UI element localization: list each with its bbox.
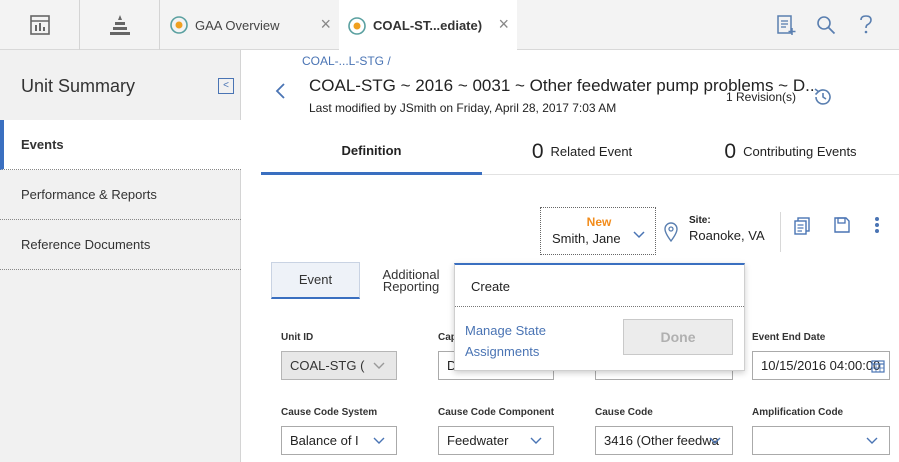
amplification-code-label: Amplification Code	[752, 407, 844, 418]
unit-id-value: COAL-STG (	[290, 358, 365, 373]
save-icon	[834, 217, 850, 233]
help-button[interactable]	[852, 12, 880, 38]
revisions-count[interactable]: 1 Revision(s)	[726, 90, 796, 104]
sidebar-title: Unit Summary	[21, 76, 136, 96]
sidebar-item-events[interactable]: Events	[0, 120, 241, 170]
history-button[interactable]	[812, 86, 834, 111]
collapse-sidebar-icon[interactable]: <	[218, 78, 234, 94]
add-document-icon	[777, 15, 796, 35]
cause-code-system-label: Cause Code System	[281, 407, 378, 418]
cause-code-component-label: Cause Code Component	[438, 407, 555, 418]
chevron-down-icon	[373, 437, 385, 444]
search-icon	[817, 16, 836, 35]
more-vertical-icon	[875, 217, 879, 233]
new-document-button[interactable]	[772, 12, 800, 38]
cause-code-value: 3416 (Other feedwa	[604, 433, 719, 448]
sidebar-item-reference-documents[interactable]: Reference Documents	[0, 220, 241, 270]
copy-button[interactable]	[793, 216, 811, 239]
chevron-down-icon	[866, 437, 878, 444]
cause-code-system-select[interactable]: Balance of I	[281, 426, 397, 455]
tab-label: GAA Overview	[195, 17, 280, 33]
history-icon	[814, 88, 831, 105]
sidebar-item-performance-reports[interactable]: Performance & Reports	[0, 170, 241, 220]
cause-code-label: Cause Code	[595, 407, 653, 418]
dashboard-icon	[29, 15, 50, 35]
chevron-down-icon	[633, 231, 645, 239]
search-button[interactable]	[812, 12, 840, 38]
unit-id-field: COAL-STG (	[281, 351, 397, 380]
divider	[455, 306, 744, 307]
cause-code-system-value: Balance of I	[290, 433, 359, 448]
hierarchy-icon	[109, 15, 130, 35]
site-value: Roanoke, VA	[689, 228, 765, 243]
tab-related-event[interactable]: 0 Related Event	[482, 128, 682, 175]
cause-code-component-select[interactable]: Feedwater	[438, 426, 554, 455]
unit-id-label: Unit ID	[281, 332, 314, 343]
calendar-icon[interactable]	[871, 359, 885, 373]
tab-label: Contributing Events	[743, 144, 857, 159]
manage-state-assignments-link[interactable]: Manage State Assignments	[465, 320, 575, 362]
done-button[interactable]: Done	[623, 319, 733, 355]
location-pin-icon	[664, 222, 678, 242]
event-icon	[348, 16, 366, 35]
save-button[interactable]	[833, 216, 851, 237]
breadcrumb[interactable]: COAL-...L-STG /	[302, 54, 391, 68]
left-nav: Unit Summary < Events Performance & Repo…	[0, 50, 241, 462]
back-button[interactable]	[274, 82, 286, 106]
state-name: New	[586, 215, 612, 229]
last-modified: Last modified by JSmith on Friday, April…	[309, 101, 617, 115]
related-event-count: 0	[531, 139, 544, 163]
help-icon	[860, 15, 872, 34]
contributing-events-count: 0	[724, 139, 737, 163]
tab-gaa-overview[interactable]: GAA Overview ×	[161, 0, 339, 50]
gaa-icon	[170, 16, 188, 34]
tab-additional-reporting[interactable]: Additional Reporting	[372, 262, 450, 299]
chevron-down-icon	[709, 437, 721, 444]
event-end-date-field[interactable]: 10/15/2016 04:00:00	[752, 351, 890, 380]
tab-coal-event[interactable]: COAL-ST...ediate) ×	[339, 0, 517, 51]
divider	[780, 212, 781, 252]
amplification-code-select[interactable]	[752, 426, 890, 455]
copy-document-icon	[794, 217, 810, 235]
tab-label: COAL-ST...ediate)	[373, 18, 483, 33]
chevron-down-icon	[530, 437, 542, 444]
tab-event[interactable]: Event	[271, 262, 360, 299]
cause-code-component-value: Feedwater	[447, 433, 509, 448]
more-options-button[interactable]	[874, 216, 880, 237]
tab-label: Definition	[341, 142, 402, 158]
chevron-left-icon	[275, 83, 285, 99]
top-bar: GAA Overview × COAL-ST...ediate) ×	[0, 0, 899, 51]
chevron-down-icon	[373, 362, 385, 369]
dashboard-button[interactable]	[0, 0, 80, 50]
site-label: Site:	[689, 215, 711, 226]
tab-contributing-events[interactable]: 0 Contributing Events	[682, 128, 899, 175]
section-tabs: Definition 0 Related Event 0 Contributin…	[261, 128, 899, 175]
state-selector[interactable]: New Smith, Jane	[540, 207, 656, 255]
state-transition-popover: Create Manage State Assignments Done	[454, 263, 745, 371]
close-icon[interactable]: ×	[320, 15, 331, 33]
tab-definition[interactable]: Definition	[261, 128, 482, 175]
close-icon[interactable]: ×	[498, 15, 509, 33]
event-end-date-label: Event End Date	[752, 332, 826, 343]
event-end-date-value: 10/15/2016 04:00:00	[761, 358, 881, 373]
cause-code-select[interactable]: 3416 (Other feedwa	[595, 426, 733, 455]
create-option[interactable]: Create	[471, 279, 510, 294]
tab-label: Related Event	[550, 144, 633, 159]
state-owner: Smith, Jane	[552, 231, 621, 246]
hierarchy-button[interactable]	[80, 0, 160, 50]
